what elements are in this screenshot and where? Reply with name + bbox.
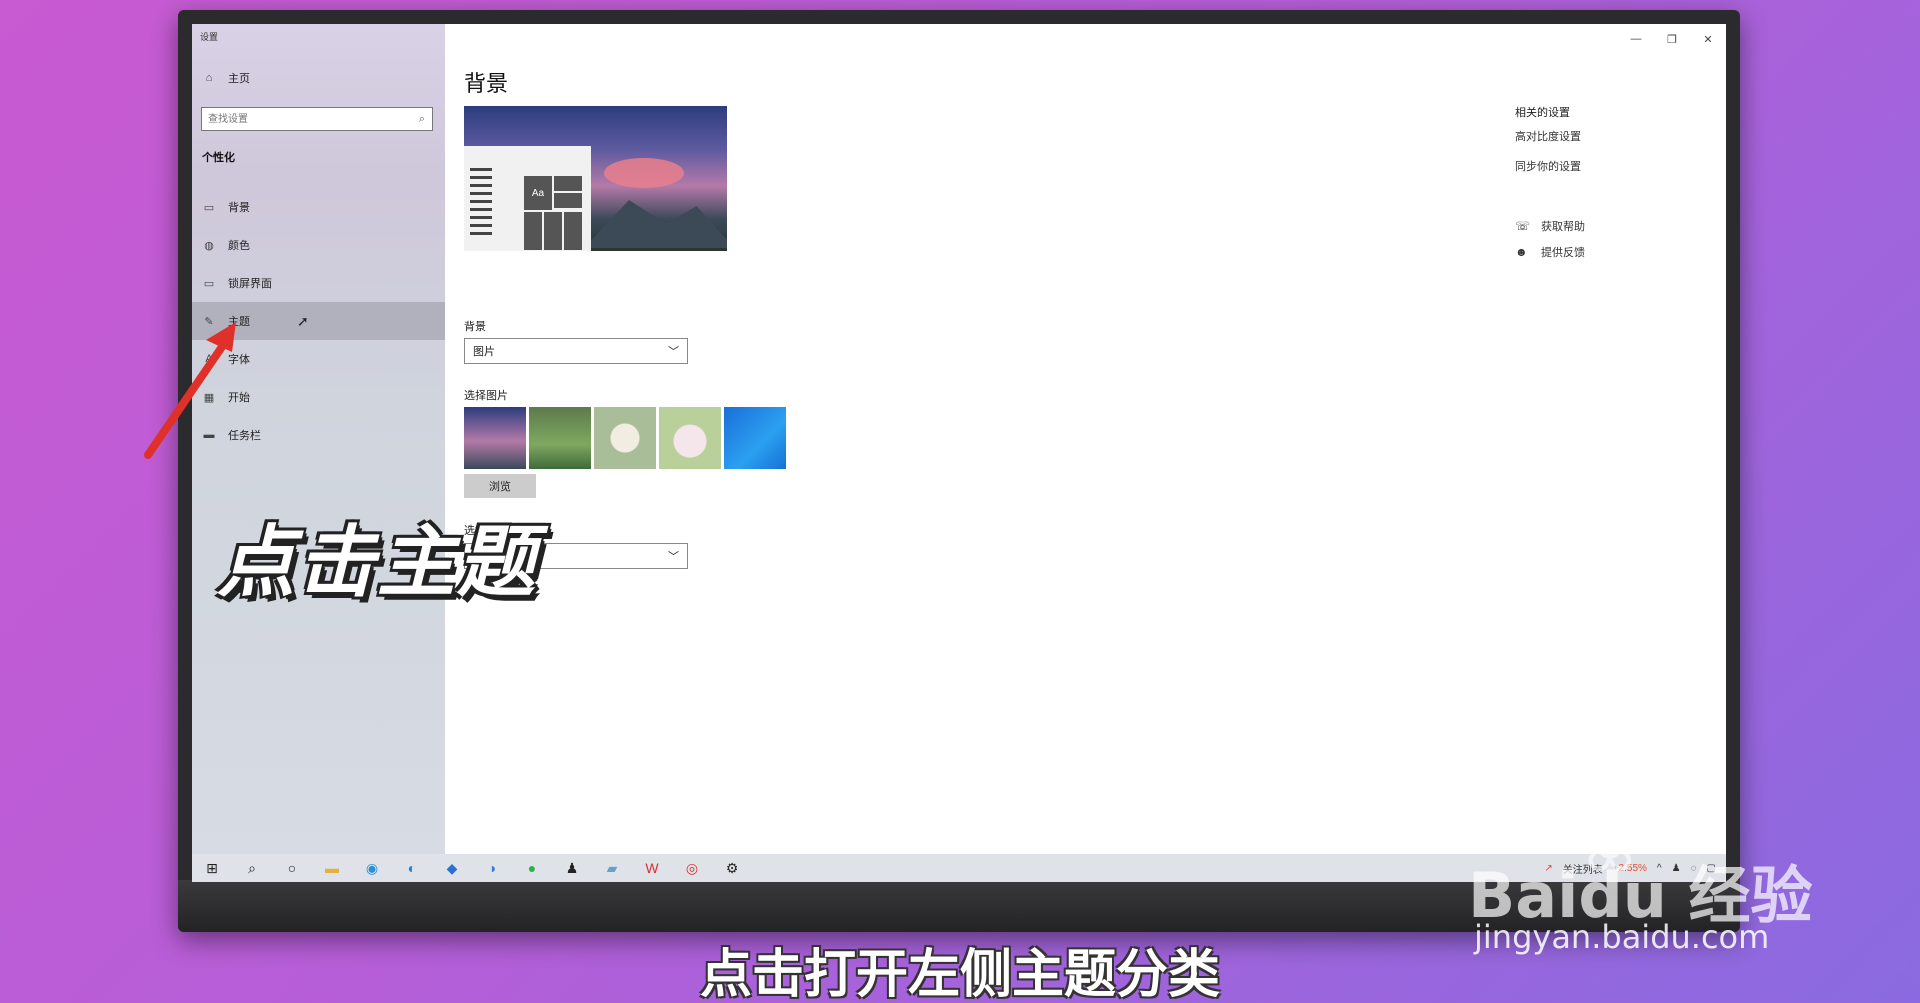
- window-title: 设置: [200, 32, 219, 42]
- high-contrast-link[interactable]: 高对比度设置: [1515, 128, 1585, 144]
- get-help-link[interactable]: ☏ 获取帮助: [1515, 218, 1585, 234]
- sync-settings-link[interactable]: 同步你的设置: [1515, 158, 1585, 174]
- start-icon[interactable]: ⊞: [192, 854, 232, 882]
- window-controls: — ❐ ✕: [1618, 24, 1726, 54]
- content-pane: — ❐ ✕ 背景 Aa 背景 图片 ﹀ 选择图片 浏览 选择契合度 拉伸 ﹀ 相…: [445, 24, 1726, 854]
- help-icon: ☏: [1515, 219, 1531, 233]
- theme-icon: ✎: [204, 315, 214, 328]
- chevron-down-icon: ﹀: [668, 346, 679, 358]
- sidebar-item-label: 开始: [228, 392, 250, 404]
- preview-tile: Aa: [524, 176, 552, 210]
- sidebar-item-label: 背景: [228, 202, 250, 214]
- preview-menu-lines: [470, 168, 492, 240]
- background-preview: Aa: [464, 106, 727, 251]
- thumbnail-sunset[interactable]: [464, 407, 526, 469]
- minimize-icon[interactable]: —: [1618, 24, 1654, 54]
- app-icon[interactable]: ▰: [592, 854, 632, 882]
- search-icon[interactable]: ⌕: [412, 113, 432, 126]
- thumbnail-windows[interactable]: [724, 407, 786, 469]
- search-input[interactable]: [202, 108, 412, 130]
- sidebar-item-background[interactable]: ▭ 背景: [192, 188, 445, 226]
- related-settings-title: 相关的设置: [1515, 107, 1570, 119]
- chat-app-icon[interactable]: ◉: [352, 854, 392, 882]
- thumbnail-green-cartoon[interactable]: [594, 407, 656, 469]
- get-help-label: 获取帮助: [1541, 221, 1585, 233]
- screen: 设置 ⌂ 主页 ⌕ 个性化 ▭ 背景 ◍ 颜色 ▭ 锁屏界面 ✎: [192, 24, 1726, 882]
- wps-icon[interactable]: W: [632, 854, 672, 882]
- wechat-icon[interactable]: ●: [512, 854, 552, 882]
- edge-icon[interactable]: ◐: [392, 854, 432, 882]
- sidebar-item-fonts[interactable]: A 字体: [192, 340, 445, 378]
- baidu-watermark: ❀ Baidu 经验 jingyan.baidu.com: [1468, 800, 1888, 970]
- choose-picture-label: 选择图片: [464, 390, 508, 402]
- mouse-cursor-icon: ➚: [297, 313, 309, 329]
- sidebar-item-label: 锁屏界面: [228, 278, 272, 290]
- start-icon: ▦: [203, 391, 215, 404]
- sidebar-item-start[interactable]: ▦ 开始: [192, 378, 445, 416]
- background-label: 背景: [464, 321, 486, 333]
- sidebar-item-label: 颜色: [228, 240, 250, 252]
- qq-icon[interactable]: ♟: [552, 854, 592, 882]
- browser-icon[interactable]: ◑: [472, 854, 512, 882]
- chevron-down-icon: ﹀: [668, 551, 679, 563]
- cortana-icon[interactable]: ○: [272, 854, 312, 882]
- sidebar-item-themes[interactable]: ✎ 主题: [192, 302, 445, 340]
- preview-tiles-right: [554, 176, 582, 210]
- settings-gear-icon[interactable]: ⚙: [712, 854, 752, 882]
- restore-icon[interactable]: ❐: [1654, 24, 1690, 54]
- watermark-url: jingyan.baidu.com: [1474, 918, 1770, 956]
- nav-home-label: 主页: [228, 73, 250, 85]
- palette-icon: ◍: [204, 239, 214, 252]
- browse-button[interactable]: 浏览: [464, 474, 536, 498]
- image-icon: ▭: [203, 201, 215, 214]
- search-box[interactable]: ⌕: [201, 107, 433, 131]
- sidebar-item-colors[interactable]: ◍ 颜色: [192, 226, 445, 264]
- home-icon: ⌂: [205, 72, 213, 84]
- feedback-icon: ☻: [1515, 245, 1528, 259]
- feishu-icon[interactable]: ◆: [432, 854, 472, 882]
- netease-music-icon[interactable]: ◎: [672, 854, 712, 882]
- give-feedback-label: 提供反馈: [1541, 247, 1585, 259]
- sidebar-item-label: 任务栏: [228, 430, 261, 442]
- thumbnail-bunny[interactable]: [659, 407, 721, 469]
- related-settings: 相关的设置 高对比度设置 同步你的设置 ☏ 获取帮助 ☻ 提供反馈: [1515, 104, 1585, 270]
- nav-home[interactable]: ⌂ 主页: [192, 66, 445, 90]
- font-icon: A: [205, 353, 213, 365]
- sidebar-item-label: 字体: [228, 354, 250, 366]
- section-title: 个性化: [202, 152, 235, 164]
- thumbnail-valley[interactable]: [529, 407, 591, 469]
- preview-tiles: [524, 212, 584, 250]
- picture-thumbnails: [464, 407, 786, 469]
- page-title: 背景: [464, 71, 509, 96]
- search-icon[interactable]: ⌕: [232, 854, 272, 882]
- sidebar-item-taskbar[interactable]: ▬ 任务栏: [192, 416, 445, 454]
- preview-cloud: [604, 158, 684, 188]
- background-dropdown-value: 图片: [473, 346, 495, 358]
- lock-screen-icon: ▭: [203, 277, 215, 290]
- sidebar-item-label: 主题: [228, 316, 250, 328]
- settings-sidebar: 设置 ⌂ 主页 ⌕ 个性化 ▭ 背景 ◍ 颜色 ▭ 锁屏界面 ✎: [192, 24, 445, 854]
- preview-window: Aa: [464, 146, 591, 251]
- close-icon[interactable]: ✕: [1690, 24, 1726, 54]
- caption-overlay: 点击主题: [217, 518, 538, 608]
- give-feedback-link[interactable]: ☻ 提供反馈: [1515, 244, 1585, 260]
- taskbar-icon: ▬: [203, 429, 215, 441]
- file-explorer-icon[interactable]: ▬: [312, 854, 352, 882]
- sidebar-item-lock-screen[interactable]: ▭ 锁屏界面: [192, 264, 445, 302]
- nav-list: ▭ 背景 ◍ 颜色 ▭ 锁屏界面 ✎ 主题 A 字体 ▦ 开始 ▬ 任务栏: [192, 188, 445, 454]
- background-dropdown[interactable]: 图片 ﹀: [464, 338, 688, 364]
